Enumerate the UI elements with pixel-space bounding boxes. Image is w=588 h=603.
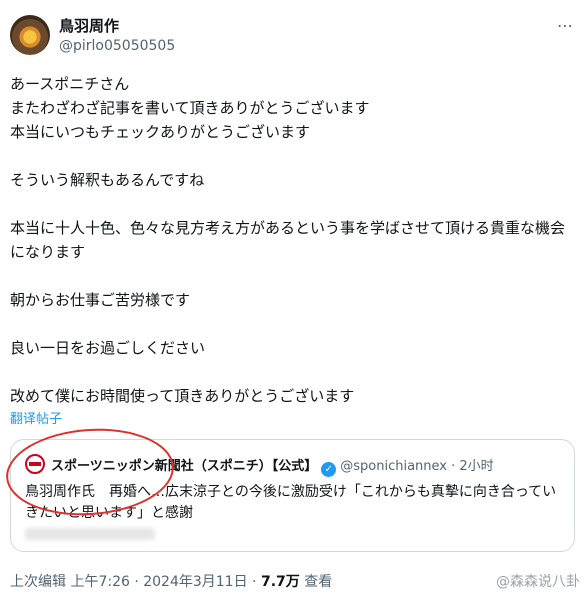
tweet-text: あースポニチさん またわざわざ記事を書いて頂きありがとうございます 本当にいつも… bbox=[10, 72, 578, 408]
views-label: 查看 bbox=[304, 574, 333, 590]
quote-time: 2小时 bbox=[459, 459, 494, 474]
tweet-line: 改めて僕にお時間使って頂きありがとうございます bbox=[10, 387, 355, 405]
quote-author-name: スポーツニッポン新聞社（スポニチ）【公式】 bbox=[51, 459, 318, 474]
tweet-line: そういう解釈もあるんですね bbox=[10, 171, 205, 189]
avatar[interactable] bbox=[10, 15, 50, 55]
author-handle[interactable]: @pirlo05050505 bbox=[59, 38, 175, 54]
quote-handle: @sponichiannex bbox=[340, 459, 447, 474]
tweet-footer: 上次编辑 上午7:26 · 2024年3月11日 · 7.7万 查看 bbox=[10, 571, 332, 591]
quote-header: スポーツニッポン新聞社（スポニチ）【公式】 ✓ @sponichiannex · 2… bbox=[51, 459, 494, 477]
blurred-text bbox=[25, 528, 155, 540]
author-name[interactable]: 鳥羽周作 bbox=[59, 15, 119, 36]
quote-avatar bbox=[25, 454, 45, 474]
quote-text: 鳥羽周作氏 再婚へ…広末涼子との今後に激励受け「これからも真摯に向き合っていきた… bbox=[25, 484, 557, 521]
quoted-tweet[interactable]: スポーツニッポン新聞社（スポニチ）【公式】 ✓ @sponichiannex · 2… bbox=[10, 439, 575, 552]
translate-post-link[interactable]: 翻译帖子 bbox=[10, 408, 62, 427]
more-options-icon[interactable]: ⋯ bbox=[557, 16, 574, 35]
watermark: @森森说八卦 bbox=[496, 574, 580, 590]
view-count: 7.7万 bbox=[260, 574, 300, 590]
tweet-line: またわざわざ記事を書いて頂きありがとうございます bbox=[10, 99, 370, 117]
tweet-line: 本当に十人十色、色々な見方考え方があるという事を学ばさせて頂ける貴重な機会になり… bbox=[10, 219, 566, 261]
tweet-line: 良い一日をお過ごしください bbox=[10, 339, 206, 357]
tweet-line: あースポニチさん bbox=[10, 75, 130, 93]
tweet-line: 本当にいつもチェックありがとうございます bbox=[10, 123, 311, 141]
tweet-header: 鳥羽周作 @pirlo05050505 ⋯ bbox=[10, 10, 578, 62]
tweet-line: 朝からお仕事ご苦労様です bbox=[10, 291, 191, 309]
edit-timestamp[interactable]: 上次编辑 上午7:26 · 2024年3月11日 · bbox=[10, 574, 257, 590]
verified-badge-icon: ✓ bbox=[321, 462, 337, 477]
